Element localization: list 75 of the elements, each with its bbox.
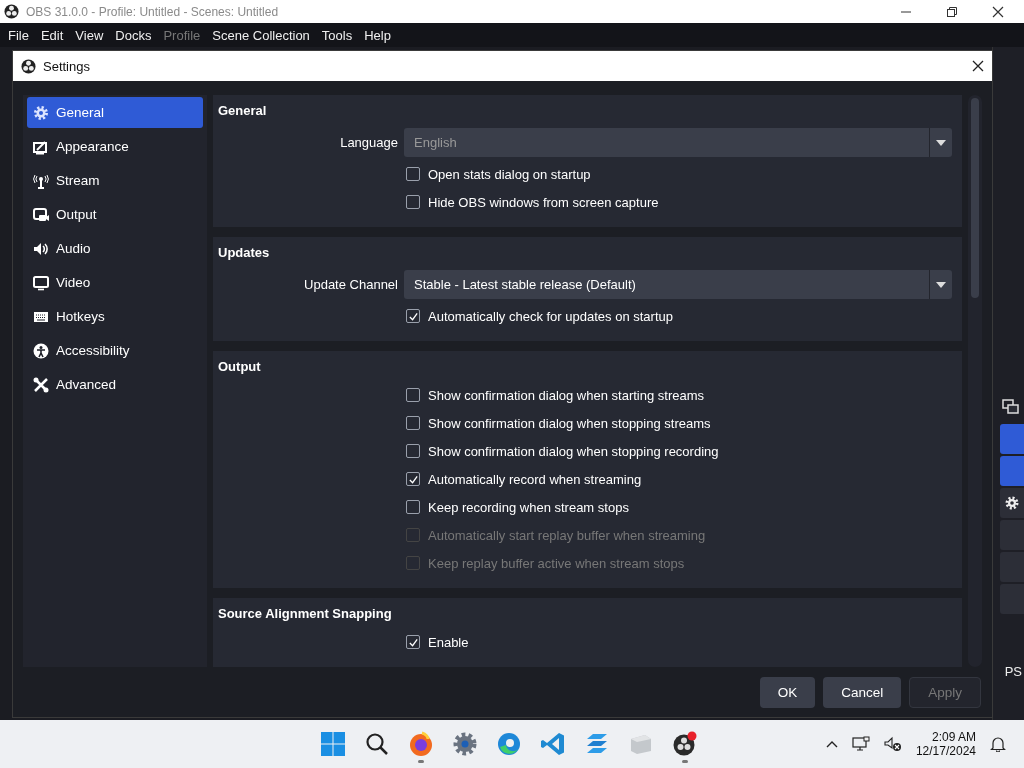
checkbox[interactable]: Show confirmation dialog when stopping streams — [404, 415, 711, 431]
dropdown[interactable]: Stable - Latest stable release (Default) — [404, 270, 952, 299]
sidebar-item[interactable]: Advanced — [27, 369, 203, 400]
chevron-up-icon[interactable] — [825, 740, 838, 748]
speaker-icon — [33, 240, 49, 257]
field-label: Update Channel — [303, 277, 399, 292]
dialog-button[interactable]: Cancel — [823, 676, 902, 708]
clock-time[interactable]: 2:09 AM — [931, 730, 976, 744]
windows-icon — [320, 731, 346, 757]
close-icon[interactable] — [972, 60, 984, 72]
edge-icon — [496, 731, 522, 757]
close-icon[interactable] — [992, 5, 1004, 18]
checkbox: Keep replay buffer active when stream stops — [404, 555, 685, 571]
obs-icon — [672, 731, 698, 757]
sidebar-item[interactable]: Output — [27, 199, 203, 230]
output-icon — [33, 206, 49, 223]
network-icon[interactable] — [851, 736, 870, 752]
sidebar-item[interactable]: Video — [27, 267, 203, 298]
search-icon — [364, 731, 390, 757]
sidebar-item[interactable]: Stream — [27, 165, 203, 196]
checkbox[interactable]: Automatically record when streaming — [404, 471, 642, 487]
status-text: PS — [1004, 664, 1022, 679]
dialog-button[interactable]: OK — [759, 676, 816, 708]
section-title: Updates — [218, 245, 271, 260]
menu-item[interactable]: Edit — [34, 27, 70, 43]
section-title: General — [218, 103, 268, 118]
dock-icon[interactable] — [1002, 398, 1020, 416]
dialog-title: Settings — [43, 58, 90, 74]
clock-date[interactable]: 12/17/2024 — [915, 744, 976, 758]
firefox-icon — [408, 731, 434, 757]
field-label: Language — [339, 135, 399, 150]
restore-icon[interactable] — [946, 5, 958, 18]
check-icon — [407, 636, 419, 648]
sidebar-item[interactable]: General — [27, 97, 203, 128]
checkbox[interactable]: Show confirmation dialog when stopping recording — [404, 443, 719, 459]
person-icon — [33, 342, 49, 359]
checkbox[interactable]: Hide OBS windows from screen capture — [404, 194, 659, 210]
gear-icon — [1004, 495, 1020, 511]
window-title: OBS 31.0.0 - Profile: Untitled - Scenes: Untitled — [26, 4, 279, 19]
menu-item[interactable]: Docks — [109, 27, 158, 43]
caret-icon — [936, 139, 946, 146]
checkbox[interactable]: Show confirmation dialog when starting streams — [404, 387, 705, 403]
vscode-icon — [540, 731, 566, 757]
sidebar-item[interactable]: Accessibility — [27, 335, 203, 366]
menu-item[interactable]: Scene Collection — [206, 27, 316, 43]
monitor-icon — [33, 274, 49, 291]
gear-icon — [33, 104, 49, 121]
tools-icon — [33, 376, 49, 393]
checkbox[interactable]: Open stats dialog on startup — [404, 166, 591, 182]
appearance-icon — [33, 138, 49, 155]
sidebar-item[interactable]: Appearance — [27, 131, 203, 162]
sidebar-item[interactable]: Audio — [27, 233, 203, 264]
menu-item[interactable]: View — [69, 27, 110, 43]
speaker-muted-icon[interactable] — [883, 736, 902, 752]
app-logo-icon — [21, 58, 36, 74]
scrollbar[interactable] — [968, 95, 982, 667]
gear-icon — [452, 731, 478, 757]
section-title: Source Alignment Snapping — [218, 606, 393, 621]
antenna-icon — [33, 172, 49, 189]
checkbox[interactable]: Enable — [404, 634, 469, 650]
menu-item[interactable]: Help — [358, 27, 397, 43]
check-icon — [407, 473, 419, 485]
dialog-button: Apply — [909, 676, 981, 708]
menu-item[interactable]: Tools — [315, 27, 359, 43]
menu-item[interactable]: File — [2, 27, 35, 43]
checkbox[interactable]: Keep recording when stream stops — [404, 499, 629, 515]
settings-button[interactable] — [1000, 488, 1024, 518]
bell-icon[interactable] — [990, 736, 1006, 752]
section-title: Output — [218, 359, 262, 374]
app-logo-icon — [4, 4, 19, 19]
checkbox: Automatically start replay buffer when streaming — [404, 527, 706, 543]
check-icon — [407, 310, 419, 322]
sidebar-item[interactable]: Hotkeys — [27, 301, 203, 332]
caret-icon — [936, 281, 946, 288]
checkbox[interactable]: Automatically check for updates on startup — [404, 308, 673, 324]
